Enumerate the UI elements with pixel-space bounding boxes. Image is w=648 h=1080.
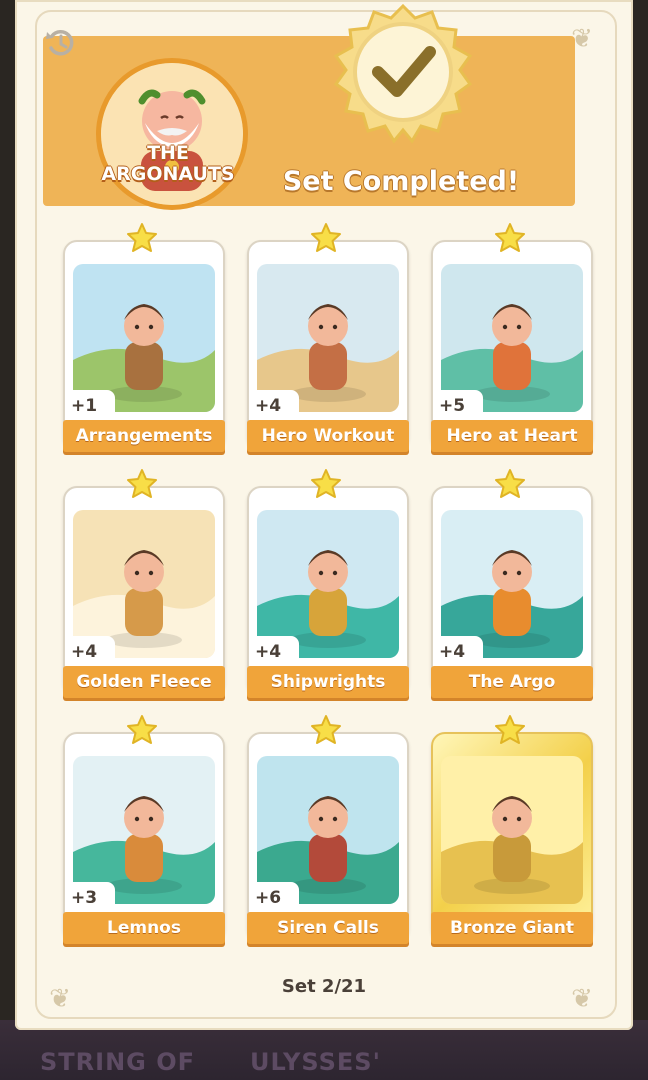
card-duplicate-count: +6 xyxy=(249,882,299,912)
card-star-icon xyxy=(126,222,158,254)
card-star-icon xyxy=(310,714,342,746)
set-complete-seal-icon xyxy=(333,3,473,144)
card[interactable]: +4 Golden Fleece xyxy=(63,469,225,698)
card[interactable]: +3 Lemnos xyxy=(63,715,225,944)
card[interactable]: +5 Hero at Heart xyxy=(431,223,593,452)
card-title: Lemnos xyxy=(63,912,225,944)
card-title: Hero Workout xyxy=(247,420,409,452)
set-title-line: ARGONAUTS xyxy=(101,163,235,185)
card-star-icon xyxy=(126,714,158,746)
card-frame: +1 Arrangements xyxy=(63,240,225,452)
card-frame: +6 Siren Calls xyxy=(247,732,409,944)
card[interactable]: +4 The Argo xyxy=(431,469,593,698)
card-duplicate-count: +4 xyxy=(433,636,483,666)
history-back-icon[interactable] xyxy=(44,26,78,60)
card-star-icon xyxy=(310,468,342,500)
set-title-line: THE xyxy=(147,142,189,164)
card-frame: +3 Lemnos xyxy=(63,732,225,944)
card-frame: +5 Hero at Heart xyxy=(431,240,593,452)
card-frame: +4 Golden Fleece xyxy=(63,486,225,698)
card-frame: +4 The Argo xyxy=(431,486,593,698)
card[interactable]: +6 Siren Calls xyxy=(247,715,409,944)
card-duplicate-count: +3 xyxy=(65,882,115,912)
card-title: Arrangements xyxy=(63,420,225,452)
card-title: Hero at Heart xyxy=(431,420,593,452)
card-star-icon xyxy=(494,468,526,500)
card[interactable]: +4 Hero Workout xyxy=(247,223,409,452)
card-duplicate-count: +1 xyxy=(65,390,115,420)
card-star-icon xyxy=(494,714,526,746)
card-art-image xyxy=(441,756,583,904)
card-duplicate-count: +4 xyxy=(65,636,115,666)
set-character-medallion xyxy=(96,58,248,210)
card-star-icon xyxy=(494,222,526,254)
card-duplicate-count: +4 xyxy=(249,390,299,420)
card-duplicate-count: +4 xyxy=(249,636,299,666)
card-title: Bronze Giant xyxy=(431,912,593,944)
set-title: THE ARGONAUTS xyxy=(84,143,252,185)
background-set-label: ULYSSES' xyxy=(250,1048,381,1076)
card[interactable]: Bronze Giant xyxy=(431,715,593,944)
card-star-icon xyxy=(126,468,158,500)
card[interactable]: +1 Arrangements xyxy=(63,223,225,452)
card-duplicate-count: +5 xyxy=(433,390,483,420)
background-set-label: STRING OF xyxy=(40,1048,196,1076)
card-frame: +4 Hero Workout xyxy=(247,240,409,452)
card[interactable]: +4 Shipwrights xyxy=(247,469,409,698)
card-frame: +4 Shipwrights xyxy=(247,486,409,698)
card-star-icon xyxy=(310,222,342,254)
card-title: Golden Fleece xyxy=(63,666,225,698)
card-frame: Bronze Giant xyxy=(431,732,593,944)
set-progress: Set 2/21 xyxy=(281,976,367,997)
set-completed-status: Set Completed! xyxy=(282,166,520,197)
card-title: The Argo xyxy=(431,666,593,698)
card-title: Shipwrights xyxy=(247,666,409,698)
card-title: Siren Calls xyxy=(247,912,409,944)
